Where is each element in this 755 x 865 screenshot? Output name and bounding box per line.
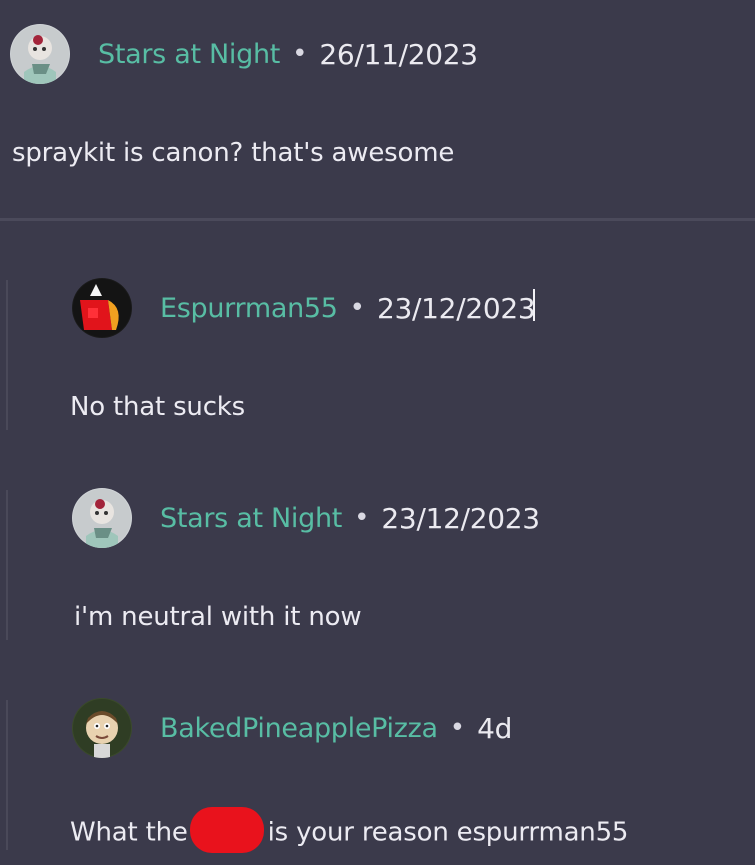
user-avatar[interactable] bbox=[72, 698, 132, 758]
separator-dot: • bbox=[349, 293, 365, 323]
censor-mark bbox=[189, 807, 264, 853]
comment-date: 23/12/2023 bbox=[381, 501, 540, 535]
thread-line bbox=[6, 700, 8, 850]
separator-dot: • bbox=[449, 713, 466, 743]
user-avatar[interactable] bbox=[10, 24, 70, 84]
text-cursor bbox=[533, 289, 536, 321]
comment-date: 4d bbox=[477, 711, 513, 745]
username-link[interactable]: Stars at Night bbox=[98, 39, 280, 70]
username-link[interactable]: BakedPineapplePizza bbox=[160, 713, 438, 744]
comment-text: No that sucks bbox=[70, 392, 246, 422]
separator-dot: • bbox=[292, 39, 308, 69]
comment-header: Espurrman55 • 23/12/2023 bbox=[72, 276, 536, 340]
user-avatar[interactable] bbox=[72, 488, 132, 548]
comment-text: What the is your reason espurrman55 bbox=[70, 807, 629, 856]
thread-line bbox=[6, 490, 8, 640]
comment-text: i'm neutral with it now bbox=[74, 602, 362, 632]
user-avatar[interactable] bbox=[72, 278, 132, 338]
comment-header: BakedPineapplePizza • 4d bbox=[72, 696, 512, 760]
username-link[interactable]: Stars at Night bbox=[160, 503, 342, 534]
comment-text-after: is your reason espurrman55 bbox=[267, 817, 629, 848]
comment-divider bbox=[0, 218, 755, 221]
username-link[interactable]: Espurrman55 bbox=[160, 293, 338, 324]
comment-date: 23/12/2023 bbox=[377, 291, 536, 325]
comment-header: Stars at Night • 23/12/2023 bbox=[72, 486, 540, 550]
comment-date: 26/11/2023 bbox=[319, 37, 478, 71]
comment-text: spraykit is canon? that's awesome bbox=[12, 138, 455, 168]
comment-text-before: What the bbox=[70, 817, 188, 848]
separator-dot: • bbox=[354, 503, 370, 533]
comment-header: Stars at Night • 26/11/2023 bbox=[10, 22, 478, 86]
thread-line bbox=[6, 280, 8, 430]
